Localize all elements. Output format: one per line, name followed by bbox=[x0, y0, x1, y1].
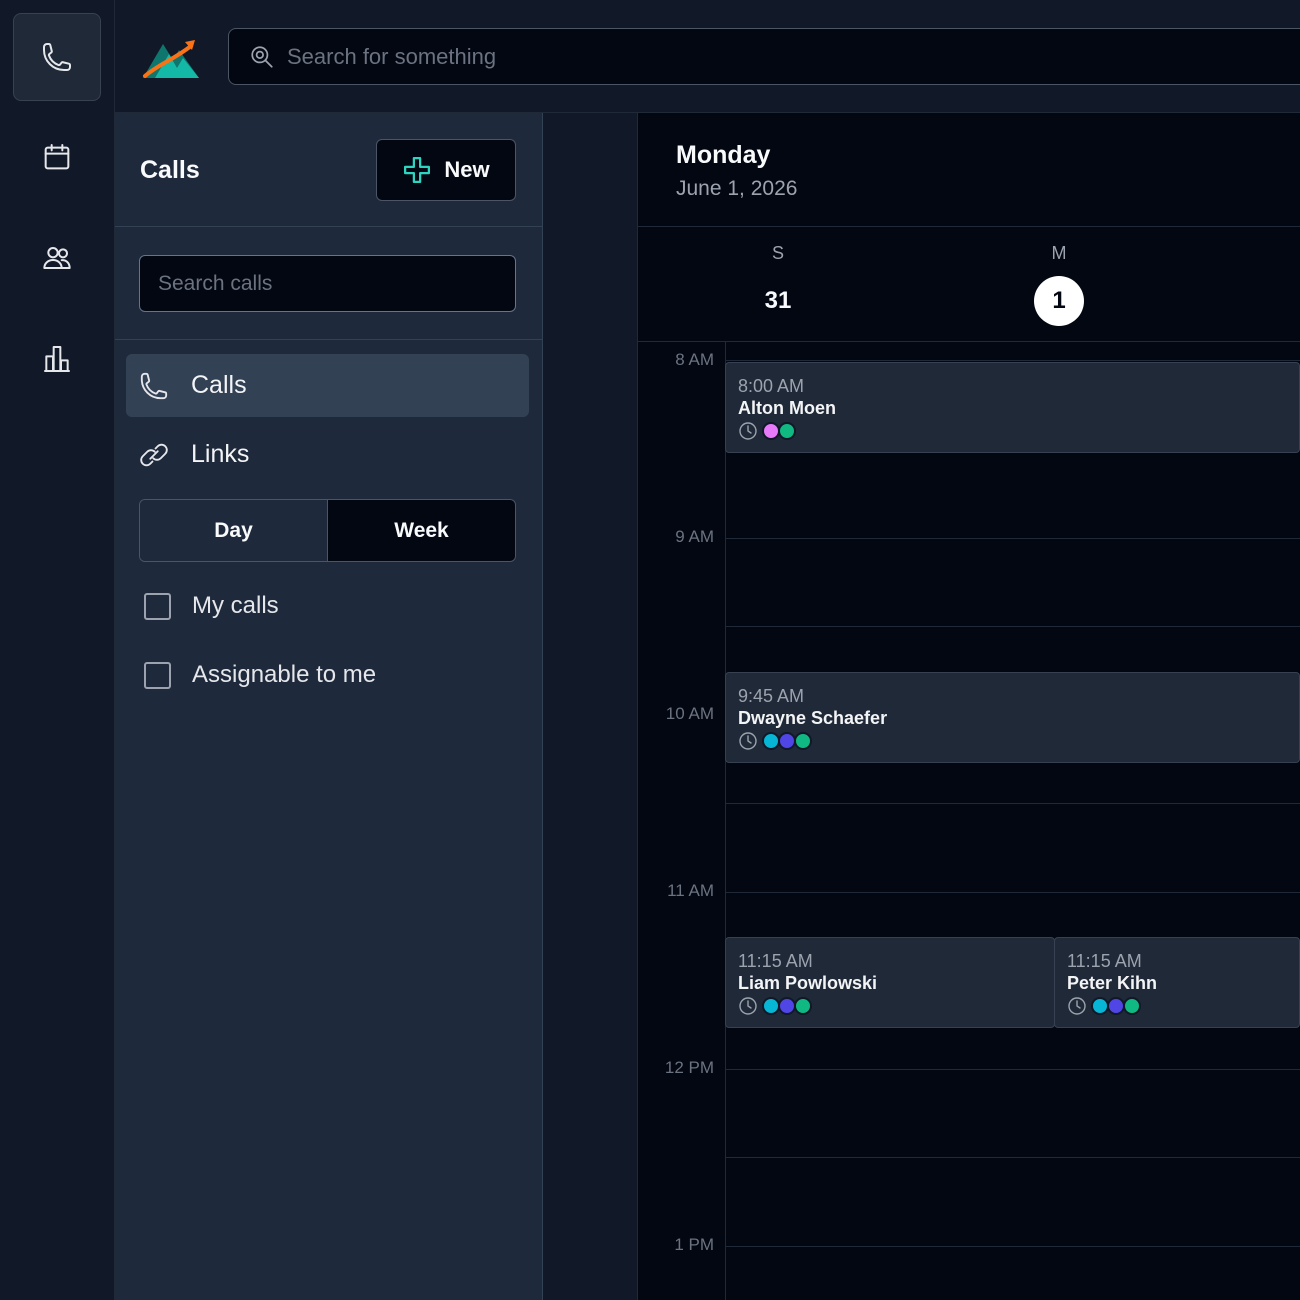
hour-line bbox=[725, 892, 1300, 893]
phone-icon bbox=[43, 43, 71, 71]
calendar-header: Monday June 1, 2026 bbox=[638, 113, 1300, 227]
filter-my-calls[interactable]: My calls bbox=[144, 592, 279, 620]
event-name: Liam Powlowski bbox=[738, 973, 878, 993]
search-icon bbox=[251, 45, 273, 68]
nav-item-links[interactable]: Links bbox=[126, 423, 529, 486]
hour-label: 9 AM bbox=[675, 527, 714, 546]
day-letter: M bbox=[1051, 243, 1067, 263]
plus-icon bbox=[404, 157, 431, 183]
hour-label: 12 PM bbox=[664, 1058, 714, 1077]
rail-reports-button[interactable] bbox=[13, 315, 101, 403]
icon-rail bbox=[0, 0, 115, 1300]
nav-item-label: Calls bbox=[191, 371, 247, 399]
nav-item-label: Links bbox=[191, 440, 250, 468]
clock-icon bbox=[739, 422, 757, 440]
hour-label: 10 AM bbox=[665, 704, 714, 723]
event-meta bbox=[738, 731, 1299, 751]
mountain-logo[interactable] bbox=[141, 34, 201, 80]
link-icon bbox=[140, 443, 168, 466]
day-column-monday[interactable]: M 1 bbox=[1019, 227, 1099, 342]
hour-label: 8 AM bbox=[675, 350, 714, 369]
call-event[interactable]: 11:15 AM Peter Kihn bbox=[1054, 937, 1300, 1028]
rail-users-button[interactable] bbox=[13, 214, 101, 302]
day-strip: S 31 M 1 bbox=[638, 227, 1300, 342]
clock-icon bbox=[739, 732, 757, 750]
phone-icon bbox=[140, 372, 168, 399]
event-meta bbox=[738, 421, 1299, 441]
event-name: Peter Kihn bbox=[1067, 973, 1158, 993]
top-bar bbox=[115, 0, 1300, 113]
hour-line bbox=[725, 1246, 1300, 1247]
rail-calendar-button[interactable] bbox=[13, 113, 101, 201]
nav-item-calls[interactable]: Calls bbox=[126, 354, 529, 417]
toggle-day[interactable]: Day bbox=[140, 500, 328, 561]
toggle-week[interactable]: Week bbox=[328, 500, 515, 561]
global-search-field[interactable] bbox=[228, 28, 1300, 85]
time-grid: 8 AM 9 AM 10 AM 11 AM 12 PM 1 PM 8:00 AM… bbox=[638, 342, 1300, 1300]
hour-line bbox=[725, 538, 1300, 539]
view-toggle: Day Week bbox=[139, 499, 516, 562]
filter-assignable-to-me[interactable]: Assignable to me bbox=[144, 661, 376, 689]
clock-icon bbox=[739, 997, 757, 1015]
event-time: 9:45 AM bbox=[738, 686, 805, 706]
half-hour-line bbox=[725, 626, 1300, 627]
hour-line bbox=[725, 1069, 1300, 1070]
event-time: 11:15 AM bbox=[1067, 951, 1142, 971]
event-name: Dwayne Schaefer bbox=[738, 708, 888, 728]
hour-line bbox=[725, 360, 1300, 361]
call-event[interactable]: 9:45 AM Dwayne Schaefer bbox=[725, 672, 1300, 763]
half-hour-line bbox=[725, 803, 1300, 804]
day-number: 31 bbox=[764, 287, 792, 314]
event-meta bbox=[738, 996, 1054, 1016]
call-event[interactable]: 11:15 AM Liam Powlowski bbox=[725, 937, 1055, 1028]
calendar-weekday: Monday bbox=[676, 141, 771, 169]
hour-label: 11 AM bbox=[667, 881, 714, 900]
calls-panel: Calls New Calls Links Day Week My calls … bbox=[115, 113, 543, 1300]
users-icon bbox=[43, 247, 71, 269]
participant-avatar bbox=[794, 732, 812, 750]
panel-title: Calls bbox=[140, 156, 200, 184]
calendar-date: June 1, 2026 bbox=[676, 177, 798, 200]
rail-calls-button[interactable] bbox=[13, 13, 101, 101]
divider-column bbox=[543, 113, 638, 1300]
checkbox-label: My calls bbox=[192, 592, 279, 619]
hour-label: 1 PM bbox=[674, 1235, 714, 1254]
event-time: 8:00 AM bbox=[738, 376, 805, 396]
panel-header: Calls New bbox=[115, 113, 543, 227]
checkbox[interactable] bbox=[144, 661, 171, 689]
participant-avatar bbox=[794, 997, 812, 1015]
event-name: Alton Moen bbox=[738, 398, 836, 418]
checkbox-label: Assignable to me bbox=[192, 661, 377, 688]
participant-avatar bbox=[1123, 997, 1141, 1015]
day-column-sunday[interactable]: S 31 bbox=[738, 227, 818, 342]
new-call-button[interactable]: New bbox=[376, 139, 516, 201]
new-button-label: New bbox=[444, 157, 490, 182]
participant-avatar bbox=[778, 422, 796, 440]
call-event[interactable]: 8:00 AM Alton Moen bbox=[725, 362, 1300, 453]
event-meta bbox=[1067, 996, 1299, 1016]
day-number-today: 1 bbox=[1034, 276, 1084, 326]
clock-icon bbox=[1068, 997, 1086, 1015]
calendar-view: Monday June 1, 2026 S 31 M 1 8 AM 9 AM 1… bbox=[638, 113, 1300, 1300]
event-time: 11:15 AM bbox=[738, 951, 813, 971]
day-letter: S bbox=[771, 243, 784, 263]
checkbox[interactable] bbox=[144, 592, 171, 620]
half-hour-line bbox=[725, 1157, 1300, 1158]
global-search-input[interactable] bbox=[287, 43, 1187, 70]
calendar-icon bbox=[44, 144, 70, 170]
chart-icon bbox=[44, 346, 70, 372]
search-calls-input[interactable] bbox=[139, 255, 516, 312]
calls-search bbox=[115, 227, 543, 340]
